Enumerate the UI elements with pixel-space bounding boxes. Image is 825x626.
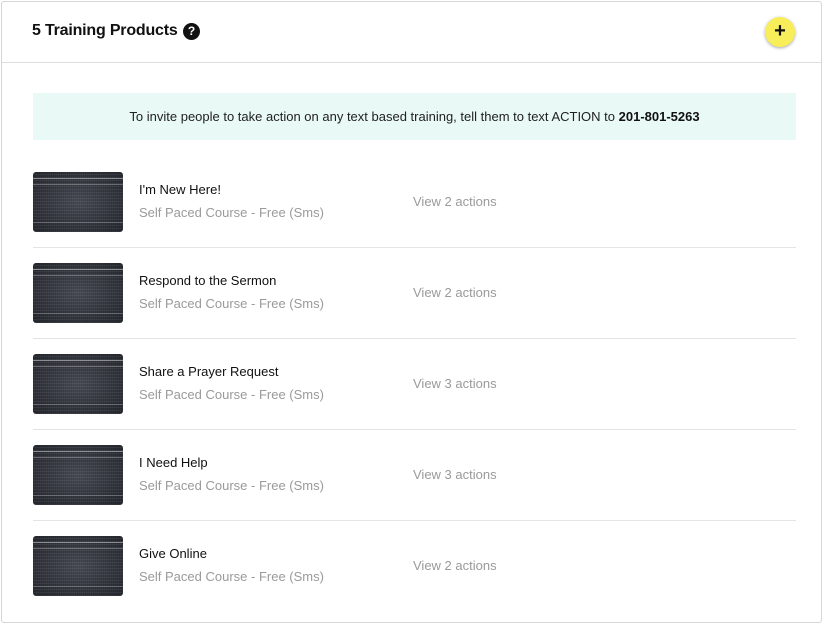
text-invite-notice: To invite people to take action on any t… (33, 93, 796, 140)
training-type: Self Paced Course - Free (Sms) (139, 205, 324, 220)
training-thumbnail (33, 263, 123, 323)
training-thumbnail (33, 536, 123, 596)
training-list: I'm New Here! Self Paced Course - Free (… (33, 157, 796, 612)
notice-text: To invite people to take action on any t… (129, 109, 619, 124)
list-item[interactable]: Give Online Self Paced Course - Free (Sm… (33, 521, 796, 612)
training-type: Self Paced Course - Free (Sms) (139, 387, 324, 402)
list-item[interactable]: I'm New Here! Self Paced Course - Free (… (33, 157, 796, 248)
training-title[interactable]: Give Online (139, 546, 207, 561)
view-actions-link[interactable]: View 2 actions (413, 194, 497, 209)
help-icon[interactable]: ? (183, 23, 200, 40)
training-title[interactable]: I'm New Here! (139, 182, 221, 197)
add-training-button[interactable]: + (765, 17, 795, 47)
plus-icon: + (774, 20, 786, 42)
training-thumbnail (33, 172, 123, 232)
training-title[interactable]: I Need Help (139, 455, 208, 470)
panel-header: 5 Training Products ? + (2, 2, 821, 63)
page-title: 5 Training Products (32, 22, 178, 39)
view-actions-link[interactable]: View 2 actions (413, 285, 497, 300)
list-item[interactable]: Respond to the Sermon Self Paced Course … (33, 248, 796, 339)
training-title[interactable]: Share a Prayer Request (139, 364, 278, 379)
training-title[interactable]: Respond to the Sermon (139, 273, 276, 288)
list-item[interactable]: Share a Prayer Request Self Paced Course… (33, 339, 796, 430)
notice-phone-number: 201-801-5263 (618, 109, 700, 124)
view-actions-link[interactable]: View 3 actions (413, 467, 497, 482)
training-type: Self Paced Course - Free (Sms) (139, 296, 324, 311)
training-thumbnail (33, 354, 123, 414)
training-type: Self Paced Course - Free (Sms) (139, 569, 324, 584)
training-thumbnail (33, 445, 123, 505)
training-type: Self Paced Course - Free (Sms) (139, 478, 324, 493)
view-actions-link[interactable]: View 2 actions (413, 558, 497, 573)
training-products-panel: 5 Training Products ? + To invite people… (1, 1, 822, 623)
view-actions-link[interactable]: View 3 actions (413, 376, 497, 391)
list-item[interactable]: I Need Help Self Paced Course - Free (Sm… (33, 430, 796, 521)
